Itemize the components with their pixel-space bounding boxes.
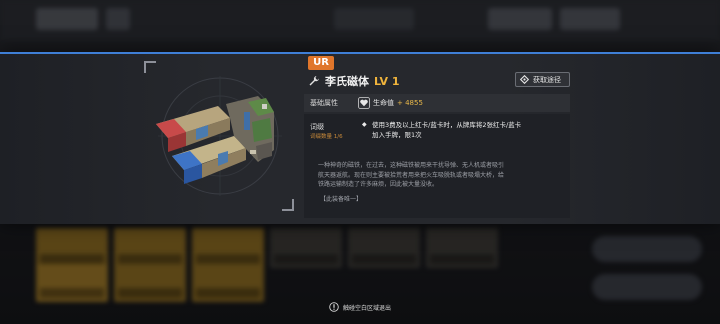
flavor-line: 铁路运输制造了许多麻烦，因此被大量没收。 <box>318 181 439 188</box>
acquire-source-button[interactable]: 获取途径 <box>515 72 570 87</box>
affix-line: 加入手牌，限1次 <box>372 131 422 139</box>
exit-hint[interactable]: 触碰空白区域退出 <box>0 302 720 312</box>
flavor-line: 航天器返航。现在则主要被拾荒者用来把火车吸脱轨或者吸塌大桥，给 <box>318 171 505 179</box>
exit-hint-label: 触碰空白区域退出 <box>342 304 391 312</box>
item-level: LV 1 <box>374 74 400 88</box>
unique-equipment-note: 【此装备唯一】 <box>320 196 363 203</box>
hp-value: + 4855 <box>397 99 423 107</box>
item-name: 李氏磁体 <box>325 75 369 88</box>
affix-label: 词缀 <box>310 123 324 131</box>
base-attributes-label: 基础属性 <box>310 99 338 107</box>
flavor-text: 一种神奇的磁铁，在过去，这种磁铁被用来干扰导弹、无人机或者吸引 航天器返航。现在… <box>318 161 558 190</box>
tap-icon <box>329 302 339 312</box>
rarity-badge: UR <box>308 56 334 70</box>
affix-line: 使用3费及以上红卡/蓝卡时，从牌库将2张红卡/蓝卡 <box>372 121 522 129</box>
heart-icon <box>358 97 370 109</box>
diamond-icon <box>520 75 529 84</box>
base-attributes-row: 基础属性 生命值 + 4855 <box>304 94 570 112</box>
bullet-icon: ◆ <box>362 121 367 128</box>
affix-count: 词缀数量 1/6 <box>310 134 343 140</box>
item-title: 李氏磁体 LV 1 <box>308 72 400 90</box>
wrench-icon <box>309 76 319 86</box>
magnet-item-image <box>156 76 282 196</box>
hp-label: 生命值 <box>373 99 394 107</box>
affix-description: 使用3费及以上红卡/蓝卡时，从牌库将2张红卡/蓝卡 加入手牌，限1次 <box>372 120 562 140</box>
flavor-line: 一种神奇的磁铁，在过去，这种磁铁被用来干扰导弹、无人机或者吸引 <box>318 162 505 169</box>
acquire-source-label: 获取途径 <box>533 75 561 84</box>
